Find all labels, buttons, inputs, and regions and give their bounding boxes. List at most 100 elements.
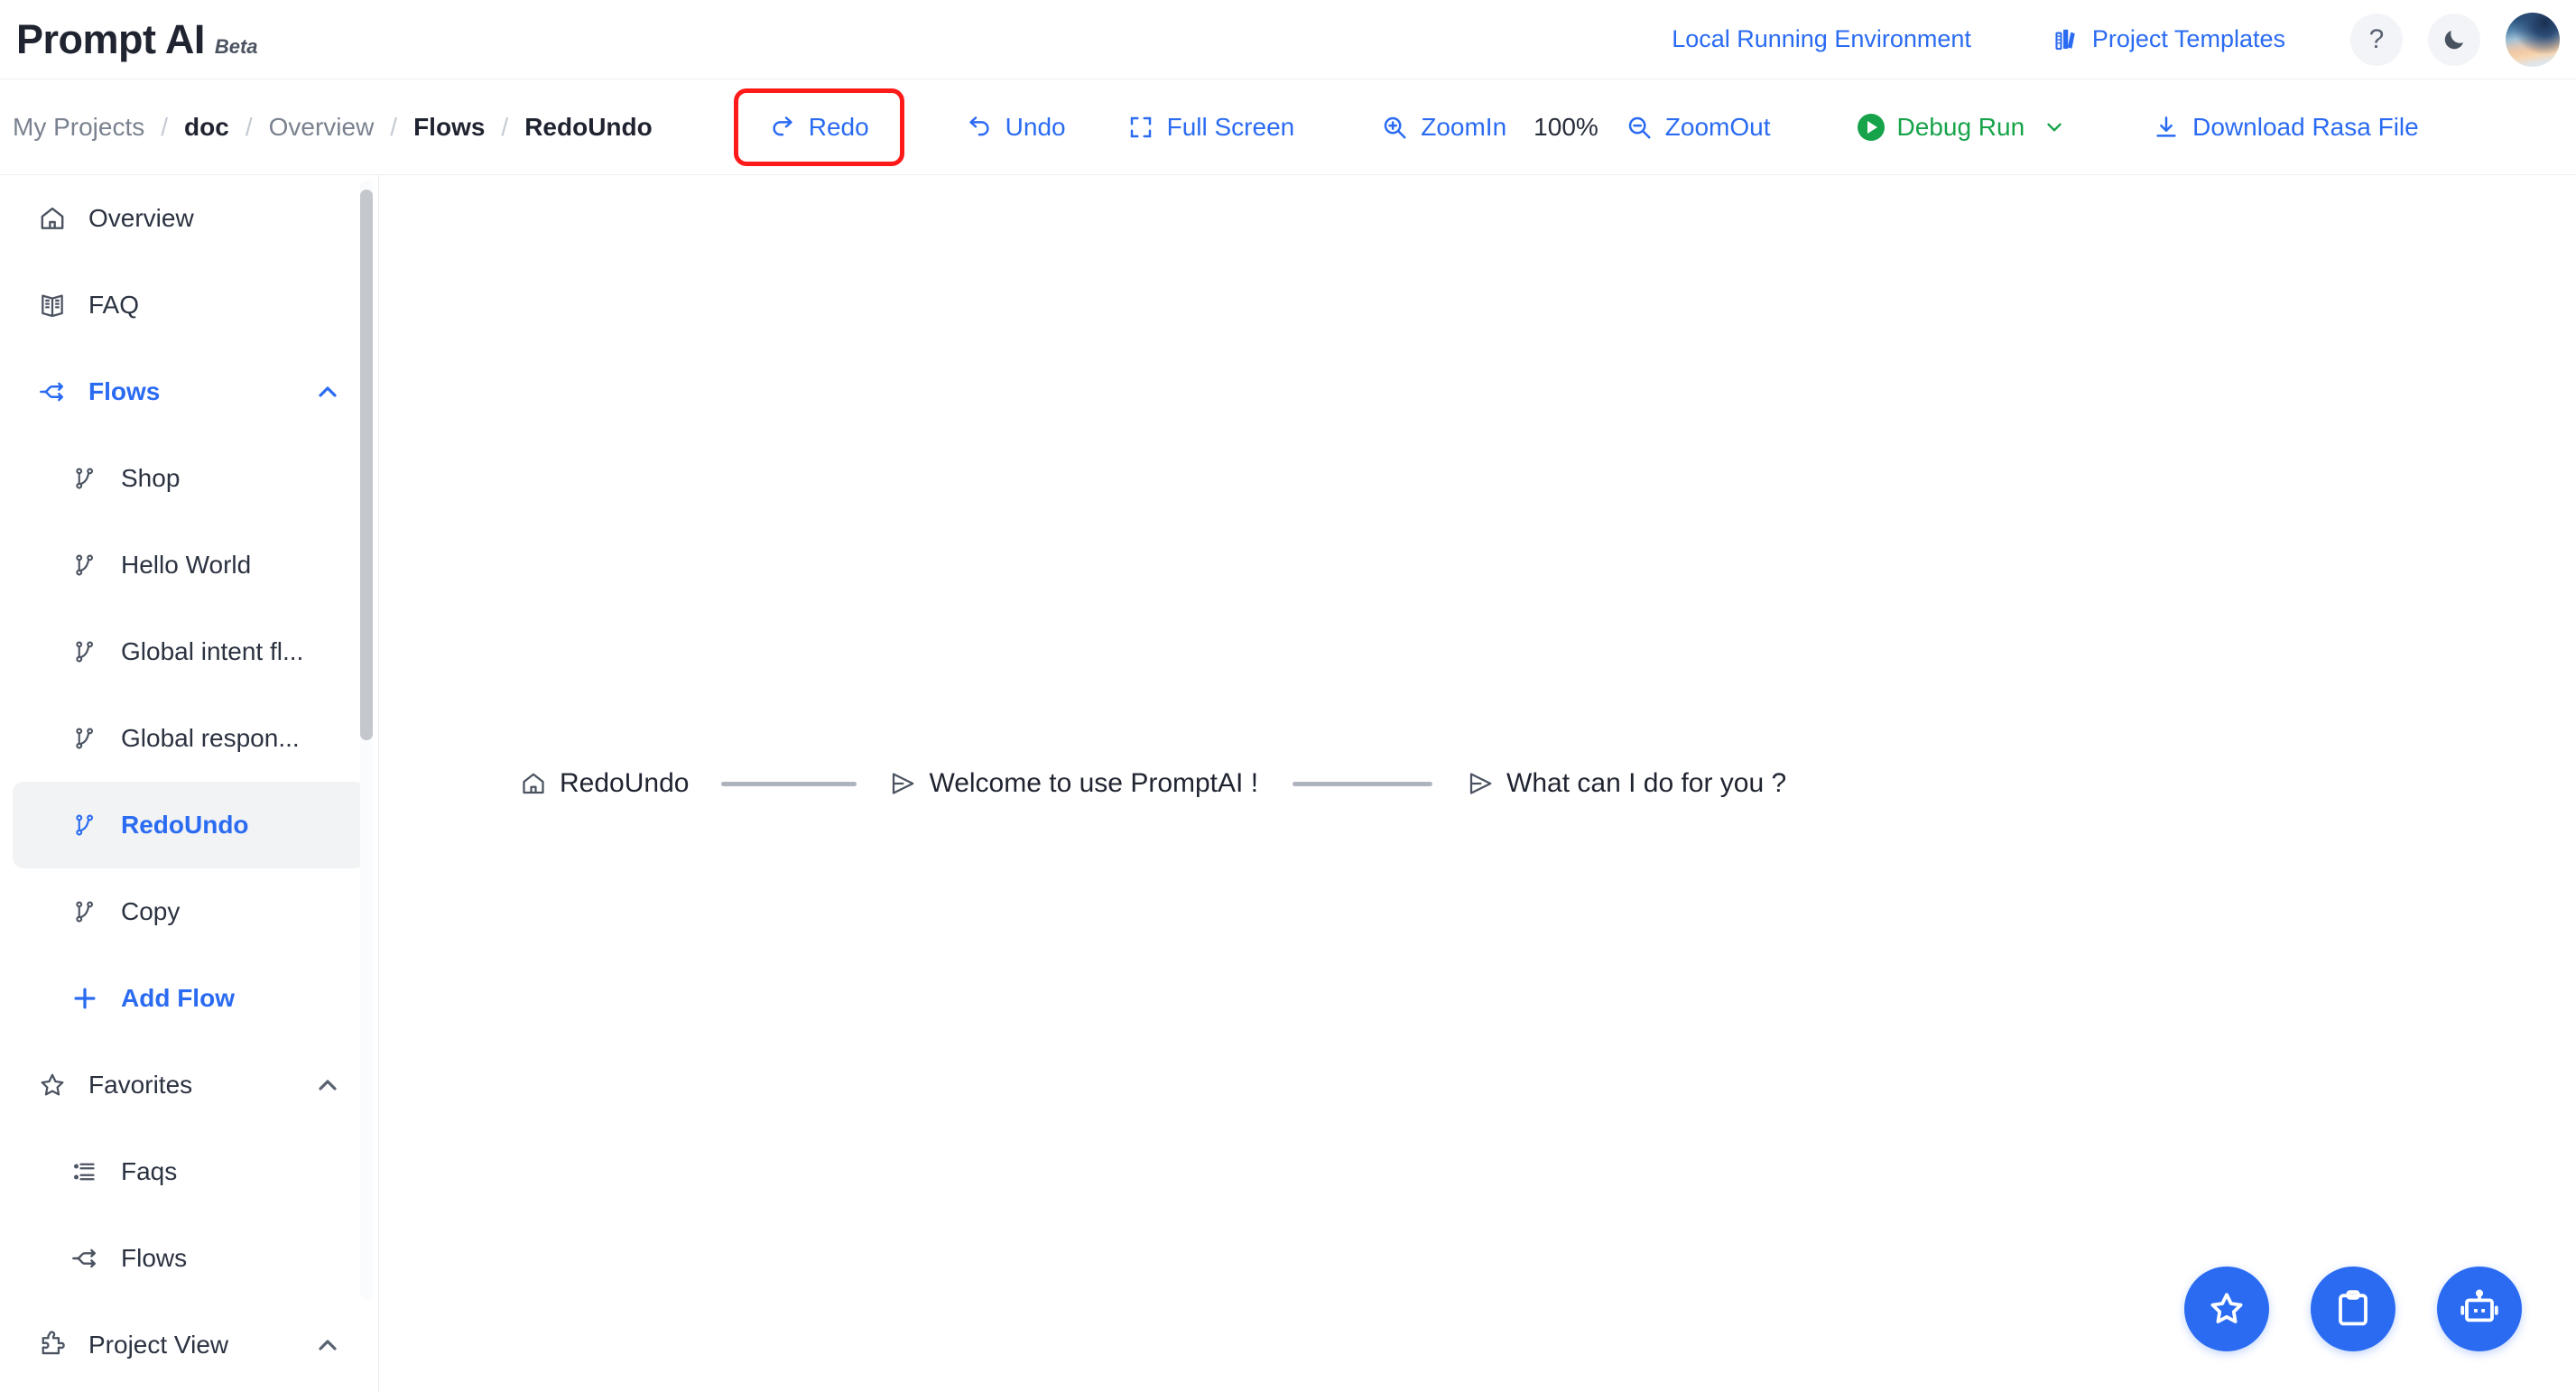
flow-edge (1293, 781, 1433, 786)
chevron-down-icon (2043, 116, 2066, 139)
bot-fab[interactable] (2437, 1267, 2522, 1351)
redo-button[interactable]: Redo (733, 88, 904, 166)
book-icon (34, 291, 70, 320)
branch-icon (67, 465, 103, 492)
theme-toggle-button[interactable] (2428, 13, 2480, 66)
flow-node-label: RedoUndo (560, 768, 690, 798)
help-button[interactable]: ? (2350, 13, 2403, 66)
redo-icon (769, 114, 796, 141)
flow-graph: RedoUndo Welcome to use PromptAI ! What … (520, 768, 1786, 799)
sidebar-item-overview[interactable]: Overview (13, 175, 366, 262)
moon-icon (2441, 26, 2468, 53)
project-templates-label: Project Templates (2091, 25, 2285, 52)
undo-label: Undo (1005, 112, 1066, 141)
sidebar-item-label: Global intent fl... (121, 637, 304, 665)
add-flow-button[interactable]: Add Flow (13, 955, 366, 1042)
breadcrumb-item-overview[interactable]: Overview (269, 113, 375, 142)
flow-node-welcome[interactable]: Welcome to use PromptAI ! (889, 768, 1258, 799)
local-running-environment-link[interactable]: Local Running Environment (1672, 25, 1971, 53)
sidebar-item-favorites-flows[interactable]: Flows (13, 1215, 366, 1302)
sidebar-item-faqs[interactable]: Faqs (13, 1128, 366, 1215)
sidebar-item-label: Favorites (88, 1071, 193, 1099)
sidebar-item-flows[interactable]: Flows (13, 348, 366, 435)
app-header: Prompt AI Beta Local Running Environment… (0, 0, 2576, 79)
flow-node-label: Welcome to use PromptAI ! (929, 768, 1259, 798)
sidebar-item-label: RedoUndo (121, 811, 249, 839)
zoom-in-button[interactable]: ZoomIn (1381, 113, 1506, 142)
flow-node-label: What can I do for you ? (1506, 768, 1787, 798)
sidebar-item-project-view[interactable]: Project View (13, 1302, 366, 1388)
sidebar-item-label: Hello World (121, 551, 252, 579)
zoom-out-icon (1626, 114, 1653, 141)
download-icon (2153, 114, 2180, 141)
sidebar-item-label: Global respon... (121, 724, 300, 752)
home-icon (34, 204, 70, 233)
sidebar-item-label: FAQ (88, 291, 140, 319)
sidebar-item-favorites[interactable]: Favorites (13, 1042, 366, 1128)
breadcrumb: My Projects / doc / Overview / Flows / R… (13, 113, 653, 142)
chevron-up-icon[interactable] (313, 1071, 342, 1100)
plus-icon (67, 983, 103, 1014)
question-mark-icon: ? (2368, 23, 2385, 54)
flow-edge (721, 781, 857, 786)
sidebar-item-copy[interactable]: Copy (13, 868, 366, 955)
flow-canvas[interactable]: RedoUndo Welcome to use PromptAI ! What … (380, 175, 2576, 1392)
sidebar-item-faq[interactable]: FAQ (13, 262, 366, 348)
branch-icon (67, 552, 103, 579)
sidebar-item-hello-world[interactable]: Hello World (13, 522, 366, 608)
sidebar-item-label: Flows (88, 377, 161, 405)
sidebar-item-label: Faqs (121, 1157, 178, 1185)
breadcrumb-separator: / (390, 112, 398, 141)
avatar[interactable] (2506, 12, 2560, 67)
toolbar-actions: Redo Undo Full Screen ZoomIn 100% ZoomOu… (733, 79, 2419, 174)
sidebar-item-label: Copy (121, 897, 181, 925)
robot-icon (2458, 1287, 2501, 1331)
flow-node-start[interactable]: RedoUndo (520, 768, 689, 799)
sidebar-item-label: Overview (88, 204, 194, 232)
breadcrumb-item-my-projects[interactable]: My Projects (13, 113, 144, 142)
download-rasa-file-button[interactable]: Download Rasa File (2153, 113, 2419, 142)
clipboard-icon (2331, 1287, 2375, 1331)
breadcrumb-item-redoundo[interactable]: RedoUndo (524, 113, 653, 142)
zoom-out-label: ZoomOut (1664, 112, 1771, 141)
floating-action-buttons (2184, 1267, 2522, 1351)
sidebar-item-shop[interactable]: Shop (13, 435, 366, 522)
favorites-fab[interactable] (2184, 1267, 2269, 1351)
brand-name: Prompt AI (16, 15, 205, 62)
branch-icon (67, 898, 103, 925)
sidebar-item-redoundo[interactable]: RedoUndo (13, 782, 366, 868)
zoom-in-label: ZoomIn (1421, 112, 1507, 141)
header-actions: Local Running Environment Project Templa… (1672, 12, 2576, 67)
sidebar-scrollbar[interactable] (360, 181, 373, 1300)
undo-button[interactable]: Undo (966, 113, 1066, 142)
sidebar-item-label: Project View (88, 1331, 229, 1359)
sidebar-item-label: Flows (121, 1244, 188, 1272)
zoom-out-button[interactable]: ZoomOut (1626, 113, 1771, 142)
branch-icon (67, 638, 103, 665)
brand-logo[interactable]: Prompt AI Beta (16, 16, 258, 63)
project-templates-link[interactable]: Project Templates (2054, 25, 2285, 53)
fullscreen-button[interactable]: Full Screen (1127, 113, 1294, 142)
branch-icon (67, 725, 103, 752)
local-running-environment-label: Local Running Environment (1672, 25, 1971, 52)
clipboard-fab[interactable] (2311, 1267, 2395, 1351)
flow-icon (34, 377, 70, 406)
flow-node-question[interactable]: What can I do for you ? (1467, 768, 1786, 799)
debug-run-button[interactable]: Debug Run (1857, 113, 2067, 142)
breadcrumb-item-doc[interactable]: doc (184, 113, 229, 142)
toolbar: My Projects / doc / Overview / Flows / R… (0, 79, 2576, 175)
zoom-in-icon (1381, 114, 1408, 141)
flow-icon (67, 1244, 103, 1273)
breadcrumb-item-flows[interactable]: Flows (413, 113, 485, 142)
brand-beta-badge: Beta (214, 34, 258, 58)
breadcrumb-separator: / (161, 112, 169, 141)
chevron-up-icon[interactable] (313, 377, 342, 406)
undo-icon (966, 114, 993, 141)
fullscreen-icon (1127, 114, 1154, 141)
sidebar-item-global-intent-flow[interactable]: Global intent fl... (13, 608, 366, 695)
sidebar-item-global-response[interactable]: Global respon... (13, 695, 366, 782)
sidebar-scrollbar-thumb[interactable] (360, 190, 373, 740)
star-icon (2205, 1287, 2248, 1331)
add-flow-label: Add Flow (121, 984, 235, 1012)
chevron-up-icon[interactable] (313, 1331, 342, 1360)
